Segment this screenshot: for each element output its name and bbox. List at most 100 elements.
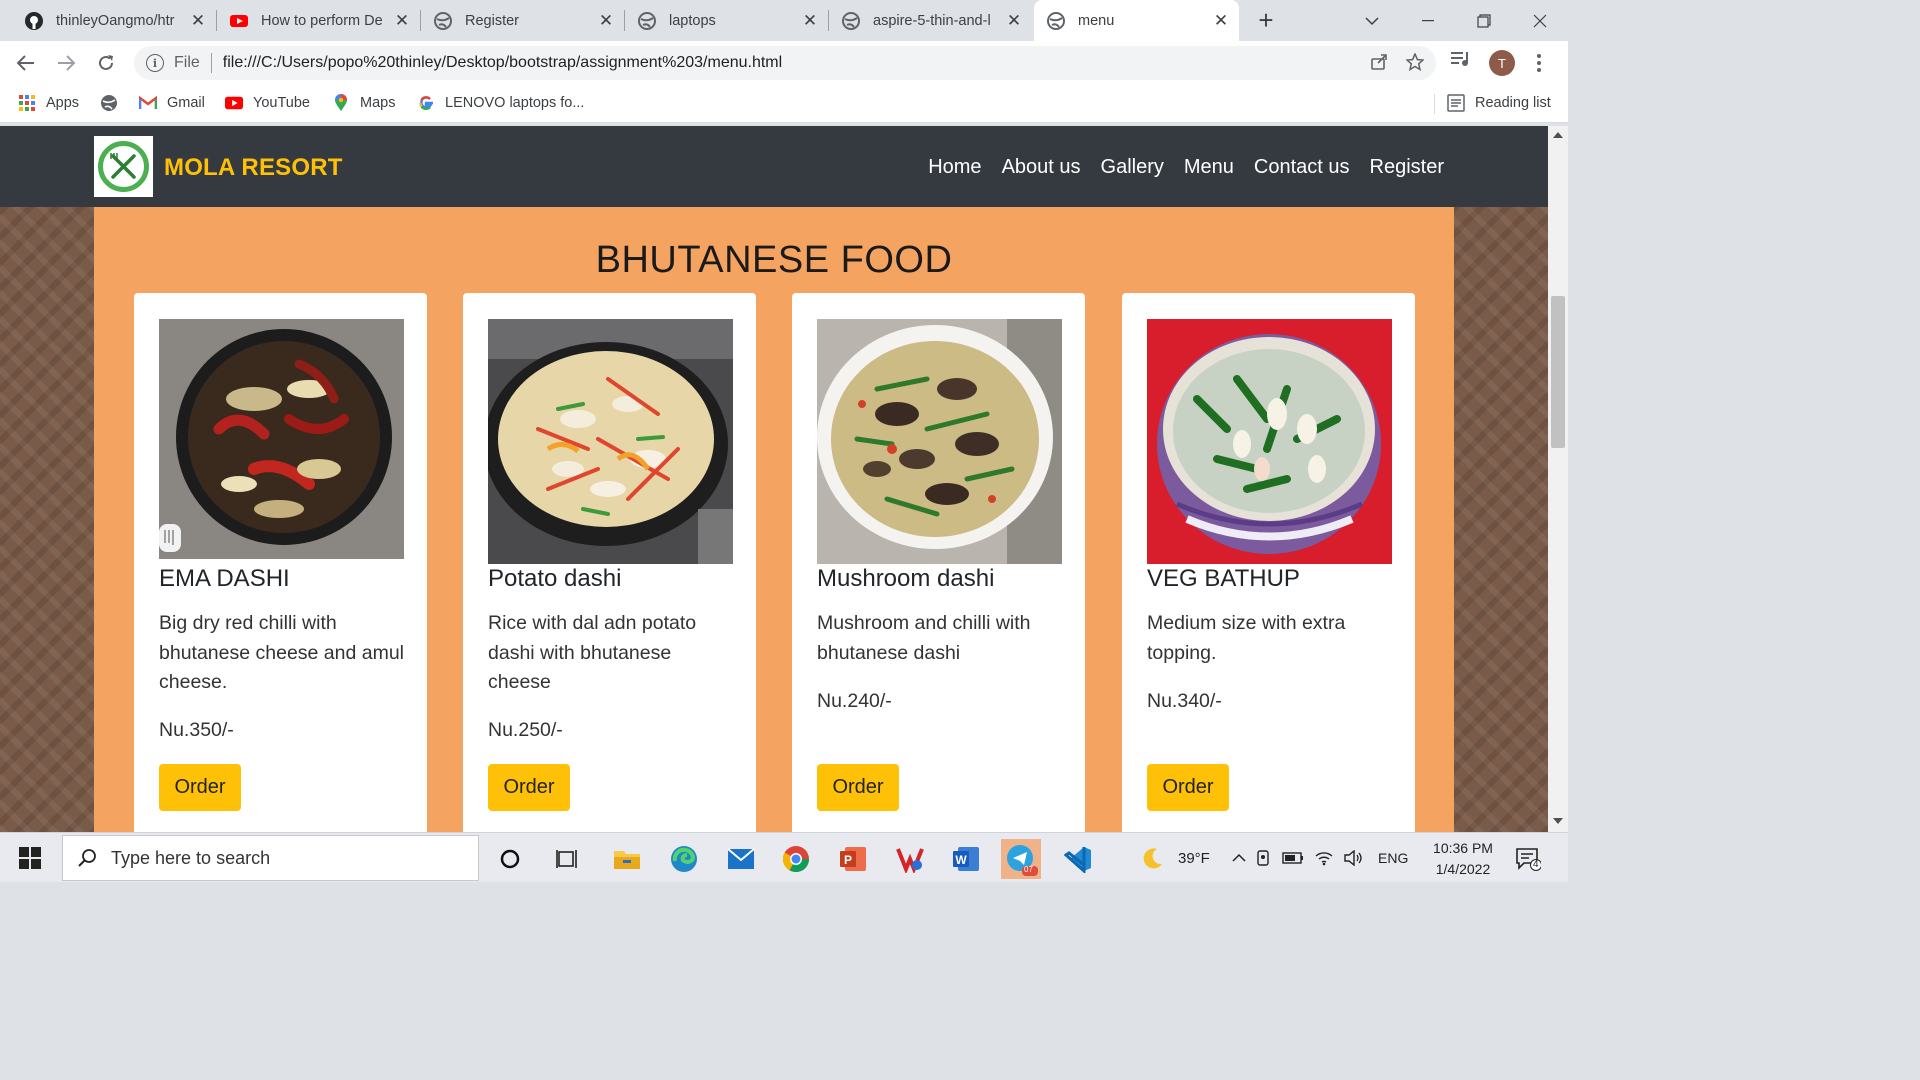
tab-search-chevron-icon[interactable]	[1344, 0, 1400, 41]
notification-center-icon[interactable]: 4	[1508, 839, 1548, 879]
github-icon	[24, 11, 44, 31]
globe-icon	[100, 94, 118, 112]
globe-icon	[637, 11, 657, 31]
browser-tab[interactable]: thinleyOangmo/htr ✕	[12, 0, 216, 41]
weather-widget[interactable]: 39°F	[1142, 833, 1210, 883]
browser-tab[interactable]: Register ✕	[421, 0, 624, 41]
reload-button[interactable]	[92, 49, 120, 77]
url-text[interactable]: file:///C:/Users/popo%20thinley/Desktop/…	[223, 54, 782, 72]
scrollbar-thumb[interactable]	[1551, 296, 1565, 448]
chrome-icon[interactable]	[776, 839, 816, 879]
profile-avatar[interactable]: T	[1489, 50, 1515, 76]
chevron-up-icon[interactable]	[1232, 853, 1246, 863]
kebab-menu-icon[interactable]	[1536, 53, 1542, 73]
info-icon[interactable]: i	[146, 54, 164, 72]
cortana-icon[interactable]	[490, 839, 530, 879]
restore-button[interactable]	[1456, 0, 1512, 41]
battery-icon[interactable]	[1282, 852, 1304, 864]
mail-icon[interactable]	[721, 839, 761, 879]
moon-icon	[1142, 847, 1164, 869]
url-scheme: File	[174, 54, 200, 71]
nav-register[interactable]: Register	[1370, 156, 1444, 179]
back-button[interactable]	[12, 49, 40, 77]
bookmark-label: Maps	[360, 95, 396, 111]
powerpoint-icon[interactable]: P	[833, 839, 873, 879]
tab-strip: thinleyOangmo/htr ✕ How to perform De ✕ …	[0, 0, 1568, 41]
bookmark-youtube[interactable]: YouTube	[225, 94, 310, 112]
volume-icon[interactable]	[1344, 850, 1364, 866]
close-icon[interactable]: ✕	[392, 11, 412, 31]
minimize-button[interactable]	[1400, 0, 1456, 41]
nav-about[interactable]: About us	[1002, 156, 1081, 179]
card-description: Mushroom and chilli with bhutanese dashi	[817, 612, 1031, 664]
order-button[interactable]: Order	[159, 764, 241, 811]
bookmark-gmail[interactable]: Gmail	[139, 94, 205, 112]
card-price: Nu.340/-	[1147, 690, 1222, 712]
file-explorer-icon[interactable]	[607, 839, 647, 879]
forward-button[interactable]	[52, 49, 80, 77]
google-icon	[417, 94, 435, 112]
scroll-up-icon[interactable]	[1553, 132, 1563, 138]
close-icon[interactable]: ✕	[188, 11, 208, 31]
bookmark-label: YouTube	[253, 95, 310, 111]
telegram-icon[interactable]: 07	[1001, 839, 1041, 879]
address-bar[interactable]: i File file:///C:/Users/popo%20thinley/D…	[134, 46, 1436, 80]
food-image-mushroom-dashi	[817, 319, 1062, 564]
order-button[interactable]: Order	[1147, 764, 1229, 811]
scroll-down-icon[interactable]	[1553, 818, 1563, 824]
taskbar-search-box[interactable]: Type here to search	[62, 835, 479, 881]
nav-gallery[interactable]: Gallery	[1101, 156, 1164, 179]
site-navbar: MOLA RESORT Home About us Gallery Menu C…	[0, 126, 1548, 207]
order-button[interactable]: Order	[488, 764, 570, 811]
order-button[interactable]: Order	[817, 764, 899, 811]
close-window-button[interactable]	[1512, 0, 1568, 41]
tab-title: Register	[465, 12, 519, 29]
bookmark-star-icon[interactable]	[1405, 52, 1425, 76]
browser-tab[interactable]: aspire-5-thin-and-l ✕	[829, 0, 1032, 41]
search-icon	[77, 848, 97, 868]
language-indicator[interactable]: ENG	[1378, 850, 1408, 866]
bookmarks-bar: Apps Gmail YouTube Maps LENOVO laptops f…	[0, 85, 1568, 123]
browser-tab[interactable]: How to perform De ✕	[217, 0, 420, 41]
globe-icon	[1046, 11, 1066, 31]
word-icon[interactable]: W	[946, 839, 986, 879]
nav-home[interactable]: Home	[928, 156, 981, 179]
new-tab-button[interactable]: +	[1252, 5, 1280, 35]
windows-start-icon[interactable]	[12, 845, 48, 871]
close-icon[interactable]: ✕	[800, 11, 820, 31]
close-icon[interactable]: ✕	[596, 11, 616, 31]
food-image-ema-dashi	[159, 319, 404, 559]
reading-list-button[interactable]: Reading list	[1447, 94, 1551, 112]
share-icon[interactable]	[1370, 53, 1388, 76]
card-description: Rice with dal adn potato dashi with bhut…	[488, 612, 697, 693]
wifi-icon[interactable]	[1314, 850, 1334, 866]
bookmark-lenovo[interactable]: LENOVO laptops fo...	[417, 94, 584, 112]
page-viewport: MOLA RESORT Home About us Gallery Menu C…	[0, 126, 1548, 832]
bookmark-apps[interactable]: Apps	[18, 94, 79, 112]
close-icon[interactable]: ✕	[1004, 11, 1024, 31]
close-icon[interactable]: ✕	[1211, 11, 1231, 31]
bookmark-label: LENOVO laptops fo...	[445, 95, 585, 111]
edge-browser-icon[interactable]	[664, 839, 704, 879]
food-image-potato-dashi	[488, 319, 733, 564]
nav-contact[interactable]: Contact us	[1254, 156, 1350, 179]
media-control-icon[interactable]	[1450, 50, 1472, 68]
nav-menu[interactable]: Menu	[1184, 156, 1234, 179]
card-price: Nu.240/-	[817, 690, 892, 712]
notification-count: 4	[1533, 859, 1539, 870]
vscode-icon[interactable]	[1058, 839, 1098, 879]
meet-now-icon[interactable]	[1256, 849, 1272, 867]
vpn-app-icon[interactable]	[890, 839, 930, 879]
task-view-icon[interactable]	[548, 839, 588, 879]
brand-name[interactable]: MOLA RESORT	[164, 154, 343, 182]
page-scrollbar[interactable]	[1548, 126, 1568, 832]
bookmark-globe[interactable]	[100, 94, 128, 112]
system-clock[interactable]: 10:36 PM 1/4/2022	[1425, 838, 1501, 880]
browser-tab[interactable]: laptops ✕	[625, 0, 828, 41]
tab-title: aspire-5-thin-and-l	[873, 12, 991, 29]
browser-tab-active[interactable]: menu ✕	[1034, 0, 1239, 41]
bookmark-maps[interactable]: Maps	[332, 94, 395, 112]
restaurant-logo[interactable]	[94, 136, 153, 197]
food-card: Mushroom dashi Mushroom and chilli with …	[792, 293, 1085, 832]
clock-time: 10:36 PM	[1433, 840, 1493, 856]
